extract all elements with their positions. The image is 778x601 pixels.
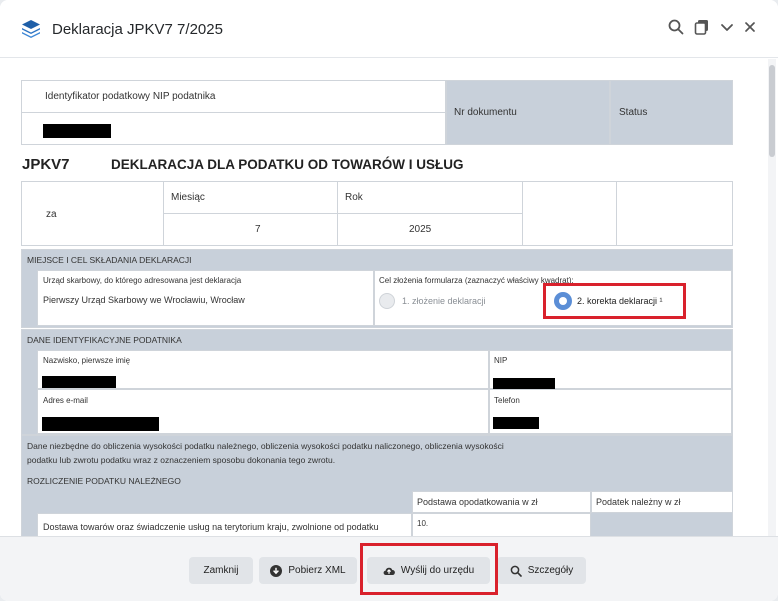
close-icon[interactable]: [741, 18, 759, 36]
window-title: Deklaracja JPKV7 7/2025: [52, 21, 223, 38]
za-label: za: [46, 209, 57, 220]
scroll-thumb[interactable]: [769, 65, 775, 157]
col-base-label: Podstawa opodatkowania w zł: [417, 497, 538, 507]
section-place-title: MIEJSCE I CEL SKŁADANIA DEKLARACJI: [27, 255, 192, 265]
row1-base-input[interactable]: 10.: [412, 513, 591, 536]
section-calc: Dane niezbędne do obliczenia wysokości p…: [21, 435, 733, 536]
email-field: Adres e-mail: [37, 389, 489, 434]
month-value: 7: [255, 224, 261, 235]
nip-cell: Identyfikator podatkowy NIP podatnika: [21, 80, 446, 145]
section-id-title: DANE IDENTYFIKACYJNE PODATNIKA: [27, 335, 182, 345]
tax-office-value: Pierwszy Urząd Skarbowy we Wrocławiu, Wr…: [43, 295, 245, 305]
close-button-label: Zamknij: [203, 565, 239, 576]
calc-intro-line1: Dane niezbędne do obliczenia wysokości p…: [27, 441, 504, 451]
status-label: Status: [619, 107, 648, 118]
col-tax-header: Podatek należny w zł: [591, 491, 733, 513]
row1-label-cell: Dostawa towarów oraz świadczenie usług n…: [37, 513, 412, 536]
search-icon: [510, 565, 522, 577]
chevron-down-icon[interactable]: [718, 18, 736, 36]
download-xml-label: Pobierz XML: [288, 565, 346, 576]
col-tax-label: Podatek należny w zł: [596, 497, 681, 507]
section-id: DANE IDENTYFIKACYJNE PODATNIKA Nazwisko,…: [21, 329, 733, 435]
month-label: Miesiąc: [171, 192, 205, 203]
copy-icon[interactable]: [693, 18, 711, 36]
calc-subtitle: ROZLICZENIE PODATKU NALEŻNEGO: [27, 476, 181, 486]
tax-office-label: Urząd skarbowy, do którego adresowana je…: [43, 276, 242, 285]
email-label: Adres e-mail: [43, 396, 88, 405]
content-scrollbar[interactable]: [768, 59, 776, 536]
details-button[interactable]: Szczegóły: [497, 557, 586, 584]
form-code: JPKV7: [22, 156, 70, 173]
details-label: Szczegóły: [527, 565, 574, 576]
title-bar: Deklaracja JPKV7 7/2025: [0, 0, 778, 58]
download-xml-button[interactable]: Pobierz XML: [259, 557, 357, 584]
declaration-dialog: Deklaracja JPKV7 7/2025 Identyfikator po…: [0, 0, 778, 601]
nip-label: Identyfikator podatkowy NIP podatnika: [45, 91, 216, 102]
nip-field: NIP: [489, 350, 732, 390]
form-content: Identyfikator podatkowy NIP podatnika Nr…: [0, 59, 770, 536]
name-label: Nazwisko, pierwsze imię: [43, 356, 131, 365]
section-place: MIEJSCE I CEL SKŁADANIA DEKLARACJI Urząd…: [21, 249, 733, 328]
calc-intro-line2: podatku lub zwrotu podatku wraz z oznacz…: [27, 455, 336, 465]
name-field: Nazwisko, pierwsze imię: [37, 350, 489, 389]
phone-label: Telefon: [494, 396, 520, 405]
phone-field: Telefon: [489, 389, 732, 434]
col-base-header: Podstawa opodatkowania w zł: [412, 491, 591, 513]
search-icon[interactable]: [667, 18, 685, 36]
send-to-office-button[interactable]: Wyślij do urzędu: [367, 557, 490, 584]
row1-number: 10.: [417, 519, 429, 528]
nip-field-label: NIP: [494, 356, 508, 365]
radio-option-2[interactable]: [554, 292, 572, 310]
doc-number-cell: Nr dokumentu: [446, 80, 610, 145]
radio-option-1[interactable]: [379, 293, 395, 309]
year-label: Rok: [345, 192, 363, 203]
download-icon: [270, 564, 283, 577]
phone-value-redacted: [493, 417, 539, 429]
tax-office-field: Urząd skarbowy, do którego adresowana je…: [37, 270, 374, 326]
status-cell: Status: [610, 80, 733, 145]
cloud-upload-icon: [383, 567, 395, 575]
name-value-redacted: [42, 376, 116, 388]
dialog-footer: Zamknij Pobierz XML Wyślij do urzędu Szc…: [0, 536, 778, 601]
form-heading: DEKLARACJA DLA PODATKU OD TOWARÓW I USŁU…: [111, 157, 464, 172]
doc-number-label: Nr dokumentu: [454, 107, 517, 118]
close-button[interactable]: Zamknij: [189, 557, 253, 584]
stack-icon: [22, 20, 40, 38]
radio-option-2-label: 2. korekta deklaracji ¹: [577, 296, 663, 306]
send-to-office-label: Wyślij do urzędu: [400, 565, 475, 576]
radio-option-1-label: 1. złożenie deklaracji: [402, 296, 486, 306]
row1-label: Dostawa towarów oraz świadczenie usług n…: [43, 522, 379, 532]
purpose-label: Cel złożenia formularza (zaznaczyć właśc…: [379, 276, 574, 285]
year-value: 2025: [409, 224, 432, 235]
nip-value-redacted: [43, 124, 111, 138]
period-table: za Miesiąc 7 Rok 2025: [21, 181, 733, 246]
purpose-field: Cel złożenia formularza (zaznaczyć właśc…: [374, 270, 732, 326]
email-value-redacted: [42, 417, 159, 431]
